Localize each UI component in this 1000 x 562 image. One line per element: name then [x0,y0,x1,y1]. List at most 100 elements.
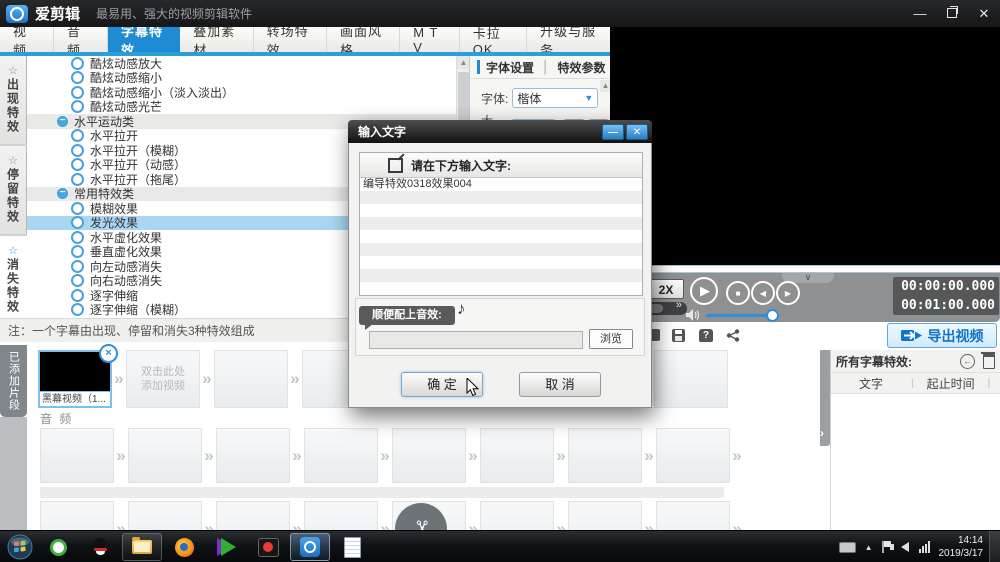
play-button[interactable]: ▶ [690,277,718,305]
radio-icon [71,129,84,142]
volume-tray-icon[interactable] [901,542,909,552]
timeline-cell[interactable] [656,428,730,483]
font-label: 字体: [481,90,508,107]
dialog-text-row[interactable] [360,204,642,217]
window-titlebar: 爱剪辑 最易用、强大的视频剪辑软件 — ✕ [0,0,1000,27]
speed-button[interactable]: 2X [648,279,684,299]
star-icon: ☆ [8,64,18,78]
chevron-separator-icon: » [378,446,392,466]
export-icon [901,328,923,343]
menu-tab-6[interactable]: 画面风格 [327,27,400,52]
dialog-minimize-button[interactable]: — [602,124,624,140]
cancel-button[interactable]: 取 消 [519,372,601,397]
font-family-select[interactable]: 楷体 ▼ [512,88,598,108]
start-button[interactable] [3,532,37,562]
add-video-placeholder: 双击此处添加视频 [139,365,187,393]
volume-knob[interactable] [766,309,779,322]
timeline-cell[interactable] [216,428,290,483]
font-row: 字体: 楷体 ▼ [481,88,598,108]
stop-button[interactable]: ■ [726,281,750,305]
menu-tab-4[interactable]: 叠加素材 [180,27,253,52]
sound-file-input[interactable] [369,331,583,349]
speaker-icon[interactable] [686,309,701,321]
timeline-cell[interactable]: 双击此处添加视频 [126,350,200,408]
tab-effect-params[interactable]: 特效参数 [558,59,606,76]
timeline-cell[interactable] [304,428,378,483]
timeline-cell[interactable] [654,350,728,408]
audio-track-label: 音 频 [40,410,73,427]
locate-icon[interactable]: ← [960,354,975,369]
trash-icon[interactable] [983,354,995,369]
timeline-cell[interactable] [480,428,554,483]
export-video-label: 导出视频 [928,326,984,346]
sidebar-tab-1[interactable]: ☆出现特效 [0,56,27,144]
next-frame-button[interactable]: ▶ [776,281,800,305]
help-icon[interactable]: ? [699,329,713,343]
column-header-2: 起止时间 [914,375,988,392]
show-desktop-button[interactable] [989,531,1000,562]
timeline-cell[interactable] [40,428,114,483]
dialog-text-row[interactable] [360,230,642,243]
timeline-cell[interactable] [568,428,642,483]
sidebar-tab-label: 出现特效 [5,78,22,134]
prev-frame-button[interactable]: ◀ [751,281,775,305]
sidebar-tab-3[interactable]: ☆消失特效 [0,236,27,324]
close-button[interactable]: ✕ [968,6,1000,22]
dialog-text-row[interactable] [360,217,642,230]
menu-tab-9[interactable]: 升级与服务 [527,27,612,52]
remove-clip-button[interactable]: × [99,344,118,363]
notepad-icon [344,537,361,558]
taskbar-app-aijianji[interactable] [290,533,330,561]
input-method-icon[interactable] [839,542,856,553]
taskbar-app-qq[interactable] [80,533,120,561]
chevron-right-icon: › [820,426,824,440]
clock[interactable]: 14:14 2019/3/17 [939,534,984,560]
clip-thumbnail[interactable]: 黑幕视频（1... × [38,350,112,408]
dialog-text-row[interactable] [360,282,642,295]
timeline-cell[interactable] [128,428,202,483]
video-preview[interactable] [610,27,1000,265]
dialog-text-row[interactable] [360,256,642,269]
taskbar-app-media-player[interactable] [206,533,246,561]
menu-tab-2[interactable]: 音 频 [54,27,108,52]
fast-forward-icon: » [676,299,682,311]
dialog-text-line[interactable]: 编导特效0318效果004 [360,178,642,191]
minimize-button[interactable]: — [904,6,936,21]
tray-expand-icon[interactable]: ▲ [865,543,873,552]
audio-track: »»»»»»»» [40,428,744,483]
subtitle-list[interactable] [831,394,1000,532]
taskbar-app-notepad[interactable] [332,533,372,561]
menu-tab-5[interactable]: 转场特效 [254,27,327,52]
taskbar-app-screen-recorder[interactable] [248,533,288,561]
text-entry-rows[interactable]: 编导特效0318效果004 [360,178,642,295]
network-signal-icon[interactable] [919,541,931,553]
tab-font-settings[interactable]: 字体设置 [486,59,534,76]
menu-tab-3[interactable]: 字幕特效 [108,27,180,52]
timeline-cell[interactable] [392,428,466,483]
dialog-text-row[interactable] [360,191,642,204]
menu-tab-1[interactable]: 视 频 [0,27,54,52]
save-icon[interactable] [672,329,685,342]
qq-icon [93,538,108,557]
dialog-close-button[interactable]: ✕ [626,124,648,140]
menu-tab-8[interactable]: 卡拉OK [460,27,527,52]
dialog-text-row[interactable] [360,269,642,282]
volume-slider[interactable] [706,314,772,317]
taskbar-app-firefox[interactable] [164,533,204,561]
taskbar-apps [37,531,373,562]
menu-tab-7[interactable]: M T V [400,27,459,52]
timeline-cell[interactable] [214,350,288,408]
clip-label: 黑幕视频（1... [40,391,110,406]
edit-icon [388,158,403,173]
share-icon[interactable] [726,329,740,342]
browse-button[interactable]: 浏览 [589,329,633,349]
added-clips-tab[interactable]: 已添加片段 [0,345,27,417]
dialog-titlebar[interactable]: 输入文字 — ✕ [348,120,652,143]
sidebar-tab-2[interactable]: ☆停留特效 [0,146,27,234]
export-video-button[interactable]: 导出视频 [887,323,997,348]
taskbar-app-file-explorer[interactable] [122,533,162,561]
clock-date: 2019/3/17 [939,547,984,560]
taskbar-app-browser-360[interactable] [38,533,78,561]
dialog-text-row[interactable] [360,243,642,256]
restore-button[interactable] [936,6,968,21]
